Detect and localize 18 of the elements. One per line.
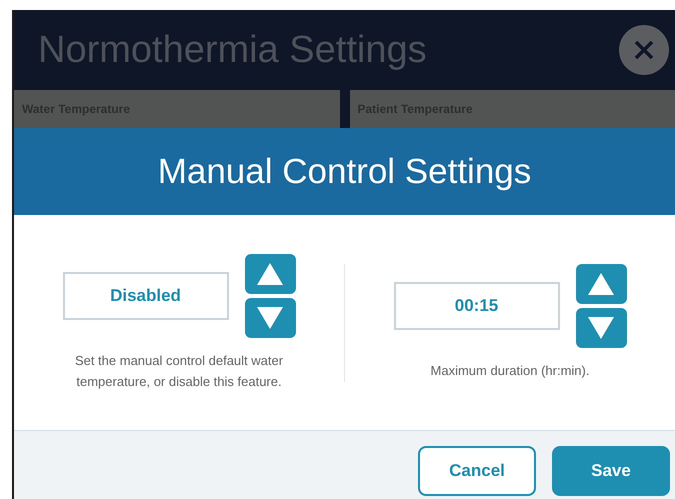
window-title: Normothermia Settings (38, 28, 427, 72)
value-field[interactable]: 00:15 (394, 282, 560, 330)
close-button[interactable] (619, 25, 669, 75)
decrease-button[interactable] (576, 308, 626, 348)
save-button[interactable]: Save (552, 446, 670, 496)
increase-button[interactable] (576, 264, 626, 304)
setting-description: Maximum duration (hr:min). (430, 362, 590, 380)
down-arrow-icon (257, 306, 283, 328)
up-arrow-icon (257, 262, 283, 284)
decrease-button[interactable] (244, 298, 296, 338)
cancel-button[interactable]: Cancel (418, 446, 536, 496)
setting-description: Set the manual control default water temperature, or disable this feature. (74, 352, 284, 391)
value-field[interactable]: Disabled (62, 272, 228, 320)
down-arrow-icon (588, 317, 614, 339)
increase-button[interactable] (244, 254, 296, 294)
dialog-title: Manual Control Settings (14, 128, 675, 215)
up-arrow-icon (588, 273, 614, 295)
close-icon (634, 40, 654, 60)
